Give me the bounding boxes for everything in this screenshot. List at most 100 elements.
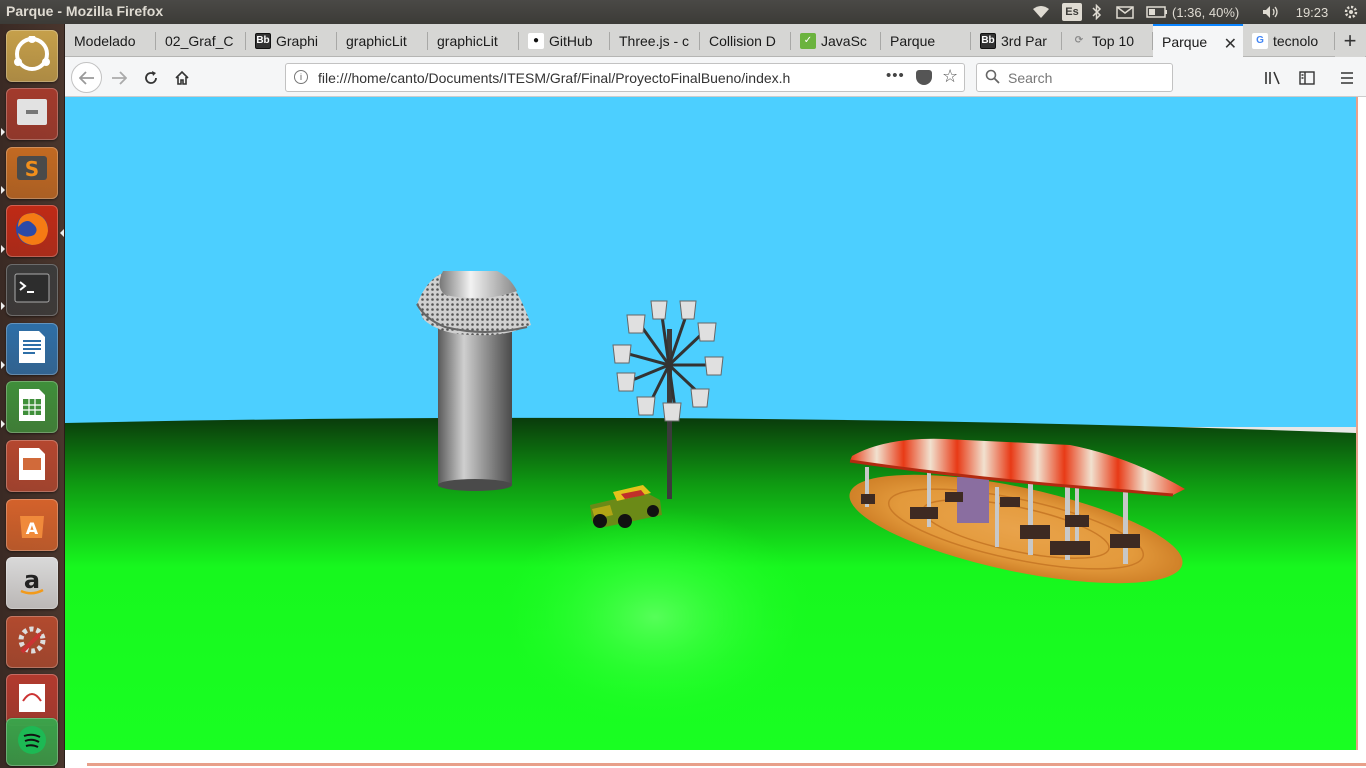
- launcher-spotify[interactable]: [6, 718, 58, 766]
- tab-top-10[interactable]: ⟳ Top 10: [1062, 24, 1153, 57]
- page-actions-icon[interactable]: •••: [886, 67, 905, 84]
- reload-icon: [145, 71, 157, 84]
- hamburger-menu-icon: [1341, 72, 1353, 84]
- launcher-ubuntu-home[interactable]: [6, 30, 58, 82]
- arrow-left-icon: [78, 70, 94, 85]
- tab-graphiclit[interactable]: graphicLit: [428, 24, 519, 57]
- firefox-icon: [12, 209, 52, 254]
- launcher-software-center[interactable]: A: [6, 499, 58, 551]
- forward-button[interactable]: [105, 64, 133, 92]
- volume-icon[interactable]: [1260, 2, 1282, 22]
- battery-indicator[interactable]: (1:36, 40%): [1146, 2, 1258, 22]
- sidebar-button[interactable]: [1293, 64, 1321, 92]
- launcher-firefox[interactable]: [6, 205, 58, 257]
- svg-text:A: A: [26, 519, 39, 538]
- loading-favicon-icon: ⟳: [1074, 35, 1084, 46]
- tab-label: Collision D: [709, 32, 776, 49]
- running-indicator: [1, 420, 5, 428]
- battery-icon: [1146, 6, 1167, 18]
- tab-tecnolo[interactable]: Gtecnolo: [1243, 24, 1335, 57]
- ubuntu-home-icon: [14, 34, 50, 77]
- tab-parque[interactable]: Parque: [881, 24, 971, 57]
- tab-label: GitHub: [549, 32, 593, 49]
- launcher-libreoffice-impress[interactable]: [6, 440, 58, 492]
- spotify-icon: [15, 723, 49, 762]
- tab-02-graf-c[interactable]: 02_Graf_C: [156, 24, 246, 57]
- info-icon[interactable]: i: [294, 70, 308, 84]
- libreoffice-writer-icon: [17, 329, 47, 370]
- terminal-icon: [14, 273, 50, 308]
- pocket-icon[interactable]: [916, 70, 932, 85]
- site-favicon-icon: ✓: [800, 32, 816, 49]
- content-bottom: [65, 750, 1366, 768]
- tab-label: Three.js - c: [619, 32, 690, 49]
- blackboard-icon: Bb: [255, 32, 271, 49]
- content-edge: [1356, 97, 1366, 750]
- google-icon: G: [1252, 32, 1268, 49]
- tab-3rd-par[interactable]: Bb 3rd Par: [971, 24, 1062, 57]
- search-input[interactable]: Search: [976, 63, 1173, 92]
- bluetooth-icon[interactable]: [1090, 2, 1104, 22]
- mail-icon[interactable]: [1114, 2, 1136, 22]
- running-indicator: [1, 361, 5, 369]
- webgl-canvas[interactable]: [65, 97, 1356, 750]
- launcher: S Aa: [0, 24, 65, 768]
- files-icon: [15, 97, 49, 132]
- wifi-icon[interactable]: [1030, 2, 1052, 22]
- url-text[interactable]: file:///home/canto/Documents/ITESM/Graf/…: [318, 70, 853, 86]
- amazon-icon: a: [15, 564, 49, 603]
- library-button[interactable]: [1259, 64, 1287, 92]
- back-button[interactable]: [71, 62, 102, 93]
- tab-parque[interactable]: Parque ✕: [1153, 24, 1243, 58]
- tab-graphi[interactable]: Bb Graphi: [246, 24, 337, 57]
- launcher-terminal[interactable]: [6, 264, 58, 316]
- tab-strip: Modelado 02_Graf_C Bb Graphi graphicLit graph…: [65, 24, 1366, 58]
- tab-github[interactable]: ● GitHub: [519, 24, 610, 57]
- menu-button[interactable]: [1333, 64, 1361, 92]
- clock[interactable]: 19:23: [1290, 2, 1334, 22]
- launcher-sublime-text[interactable]: S: [6, 147, 58, 199]
- libreoffice-impress-icon: [17, 446, 47, 487]
- launcher-system-settings[interactable]: [6, 616, 58, 668]
- sky: [65, 97, 1356, 427]
- launcher-libreoffice-writer[interactable]: [6, 323, 58, 375]
- keyboard-layout-indicator[interactable]: Es: [1062, 3, 1082, 21]
- library-icon: [1265, 71, 1280, 85]
- software-center-icon: A: [16, 506, 48, 545]
- url-bar[interactable]: i file:///home/canto/Documents/ITESM/Gra…: [285, 63, 965, 92]
- tab-modelado[interactable]: Modelado: [65, 24, 156, 57]
- tab-label: graphicLit: [437, 32, 498, 49]
- launcher-libreoffice-calc[interactable]: [6, 381, 58, 433]
- svg-text:a: a: [24, 566, 40, 594]
- launcher-files[interactable]: [6, 88, 58, 140]
- tab-label: Graphi: [276, 32, 319, 49]
- system-settings-icon: [14, 622, 50, 663]
- close-tab-icon[interactable]: ✕: [1224, 34, 1237, 54]
- sidebar-icon: [1299, 71, 1315, 85]
- tab-label: Parque: [1162, 34, 1208, 50]
- running-indicator: [1, 186, 5, 194]
- content-bottom-line: [87, 763, 1366, 766]
- gear-icon[interactable]: [1340, 2, 1362, 22]
- new-tab-button[interactable]: +: [1335, 24, 1365, 57]
- github-icon: ●: [528, 32, 544, 49]
- blackboard-icon: Bb: [980, 32, 996, 49]
- svg-text:S: S: [25, 157, 39, 181]
- home-icon: [175, 70, 189, 85]
- focused-indicator: [60, 229, 64, 237]
- tab-three-js-c[interactable]: Three.js - c: [610, 24, 700, 57]
- running-indicator: [1, 245, 5, 253]
- reload-button[interactable]: [137, 64, 165, 92]
- tab-label: Parque: [890, 32, 936, 49]
- running-indicator: [1, 128, 5, 136]
- running-indicator: [1, 302, 5, 310]
- tab-graphiclit[interactable]: graphicLit: [337, 24, 428, 57]
- sublime-text-icon: S: [15, 154, 49, 193]
- tab-javasc[interactable]: ✓ JavaSc: [791, 24, 881, 57]
- bookmark-star-icon[interactable]: ☆: [942, 66, 958, 87]
- tab-collision-d[interactable]: Collision D: [700, 24, 791, 57]
- launcher-amazon[interactable]: a: [6, 557, 58, 609]
- home-button[interactable]: [168, 64, 196, 92]
- nav-bar: i file:///home/canto/Documents/ITESM/Gra…: [65, 57, 1366, 97]
- tab-label: JavaSc: [821, 32, 867, 49]
